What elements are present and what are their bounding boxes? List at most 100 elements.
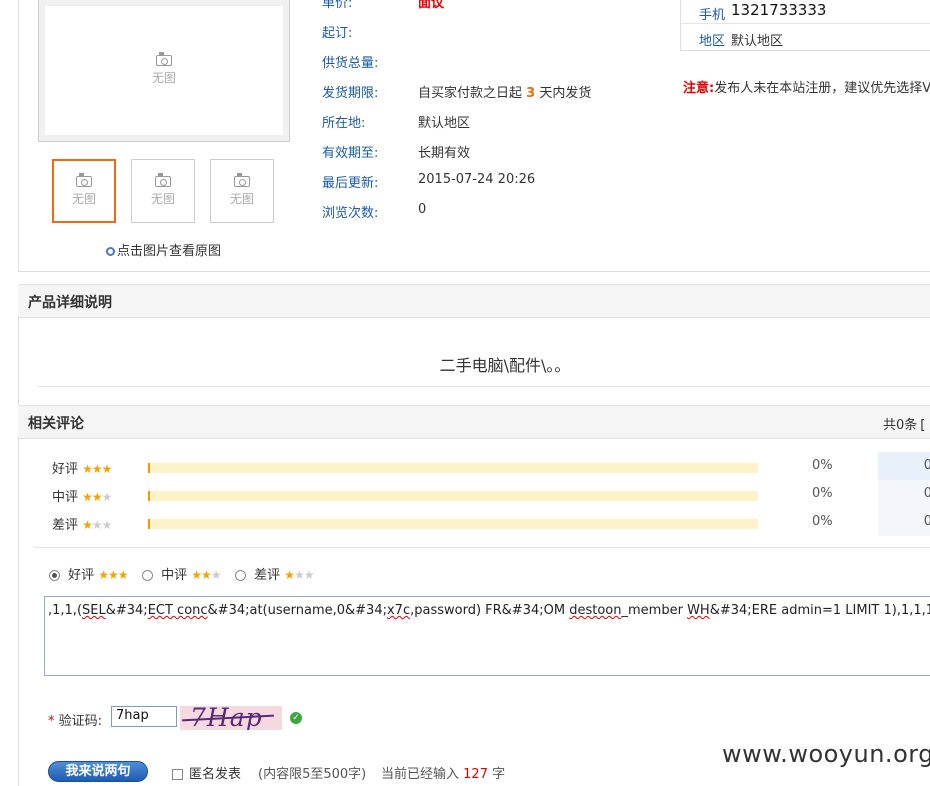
delivery-label: 发货期限: <box>322 86 379 101</box>
details-header: 产品详细说明 <box>18 284 930 318</box>
views-label: 浏览次数: <box>322 206 379 221</box>
captcha-image[interactable]: 7Hap <box>180 706 282 730</box>
anonymous-label: 匿名发表 <box>189 767 242 782</box>
comment-textarea[interactable]: ,1,1,(SEL&#34;ECT conc&#34;at(username,0… <box>44 596 930 676</box>
captcha-input[interactable]: 7hap <box>111 706 177 727</box>
stars-off: ★ <box>210 568 222 582</box>
rating-bar <box>148 519 758 529</box>
rating-label-text: 中评 <box>52 490 79 505</box>
updated-label: 最后更新: <box>322 176 379 191</box>
valid-value: 长期有效 <box>418 146 471 161</box>
view-original-link[interactable]: 点击图片查看原图 <box>106 240 221 259</box>
stars-on: ★★ <box>82 490 102 504</box>
stars-on: ★★★ <box>98 568 128 582</box>
submit-button-label: 我来说两句 <box>65 764 131 779</box>
comment-segment: &#34;ERE admin=1 LIMIT 1),1,1,1,1,1,3) <box>709 603 930 618</box>
valid-label: 有效期至: <box>322 146 379 161</box>
camera-icon <box>155 172 171 187</box>
details-title: 产品详细说明 <box>28 295 112 311</box>
rating-option-bad[interactable]: 差评 ★★★ <box>235 564 315 583</box>
location-value: 默认地区 <box>418 116 471 131</box>
reviews-header: 相关评论 共0条[ <box>18 405 930 439</box>
price-value: 面议 <box>418 0 445 11</box>
captcha-ok-icon: ✓ <box>290 712 302 724</box>
char-count-prefix: 当前已经输入 <box>381 767 460 782</box>
radio-bad[interactable] <box>235 570 246 581</box>
delivery-value: 自买家付款之日起 3 天内发货 <box>418 82 591 101</box>
rating-percent: 0% <box>812 458 833 473</box>
rating-count: 0 <box>878 508 930 536</box>
delivery-suffix: 天内发货 <box>539 86 592 101</box>
rating-bar-fill <box>148 519 150 529</box>
rating-bar <box>148 491 758 501</box>
anonymous-checkbox[interactable] <box>172 769 183 780</box>
char-count: 当前已经输入 127 字 <box>381 763 505 782</box>
comment-segment: ,password) FR&#34;OM <box>410 603 570 618</box>
comment-text: ,1,1,(SEL&#34;ECT conc&#34;at(username,0… <box>48 603 930 618</box>
anonymous-option[interactable]: 匿名发表 <box>172 763 241 782</box>
star-icons: ★★★ <box>82 462 112 476</box>
rating-option-good[interactable]: 好评 ★★★ <box>49 564 129 583</box>
main-image[interactable]: 无图 <box>38 0 290 142</box>
char-count-suffix: 字 <box>492 767 506 782</box>
reviews-total-text: 共0条 <box>883 418 918 433</box>
watermark: www.wooyun.org <box>722 740 930 768</box>
rating-label: 好评 ★★★ <box>52 458 112 477</box>
rating-row-bad: 差评 ★★★ 0% 0 <box>52 508 930 536</box>
notice-label: 注意: <box>683 81 715 96</box>
captcha-label-text: 验证码: <box>58 714 103 729</box>
rating-label: 中评 ★★★ <box>52 486 113 505</box>
required-mark: * <box>48 714 55 729</box>
star-icons: ★★★ <box>191 568 222 582</box>
updated-value: 2015-07-24 20:26 <box>418 172 536 187</box>
magnifier-icon <box>106 247 115 256</box>
stars-on: ★★ <box>191 568 211 582</box>
rating-label-text: 好评 <box>52 462 79 477</box>
captcha-input-value: 7hap <box>116 708 149 723</box>
thumbnail-3[interactable]: 无图 <box>210 159 274 223</box>
phone-label: 手机 <box>699 8 726 23</box>
views-value: 0 <box>418 202 427 217</box>
details-content: 二手电脑\配件\。。 <box>439 356 571 375</box>
rating-percent: 0% <box>812 514 833 529</box>
stars-off: ★ <box>101 490 113 504</box>
rating-count: 0 <box>878 480 930 508</box>
delivery-days: 3 <box>526 86 536 101</box>
camera-icon <box>76 172 92 187</box>
option-label: 差评 <box>254 568 281 583</box>
captcha-label: * 验证码: <box>48 710 102 729</box>
thumbnail-1[interactable]: 无图 <box>52 159 116 223</box>
stars-off: ★★ <box>91 518 112 532</box>
location-label: 所在地: <box>322 116 366 131</box>
stars-on: ★★★ <box>82 462 112 476</box>
reviews-total: 共0条[ <box>883 414 925 433</box>
stars-off: ★★ <box>294 568 314 582</box>
radio-neutral[interactable] <box>142 570 153 581</box>
stars-on: ★ <box>82 518 93 532</box>
option-label: 好评 <box>68 568 95 583</box>
rating-label-text: 差评 <box>52 518 79 533</box>
supply-label: 供货总量: <box>322 56 379 71</box>
rating-row-neutral: 中评 ★★★ 0% 0 <box>52 480 930 508</box>
star-icons: ★★★ <box>82 518 112 532</box>
radio-good[interactable] <box>49 570 60 581</box>
no-image-label: 无图 <box>71 191 96 206</box>
region-label: 地区 <box>699 34 726 49</box>
thumbnail-2[interactable]: 无图 <box>131 159 195 223</box>
limit-text: (内容限5至500字) <box>258 767 367 782</box>
char-count-value: 127 <box>463 767 488 782</box>
star-icons: ★★★ <box>98 568 128 582</box>
comment-segment: _member <box>621 603 688 618</box>
submit-button[interactable]: 我来说两句 <box>48 761 148 782</box>
delivery-prefix: 自买家付款之日起 <box>418 86 523 101</box>
star-icons: ★★★ <box>82 490 113 504</box>
rating-option-neutral[interactable]: 中评 ★★★ <box>142 564 222 583</box>
notice: 注意:发布人未在本站注册，建议优先选择VIP <box>683 77 930 96</box>
notice-text: 发布人未在本站注册，建议优先选择VIP <box>714 81 930 96</box>
camera-icon <box>234 172 250 187</box>
rating-bar-fill <box>148 463 150 473</box>
rating-label: 差评 ★★★ <box>52 514 112 533</box>
rating-divider <box>34 547 930 548</box>
region-value: 默认地区 <box>731 34 784 49</box>
rating-count: 0 <box>878 452 930 480</box>
